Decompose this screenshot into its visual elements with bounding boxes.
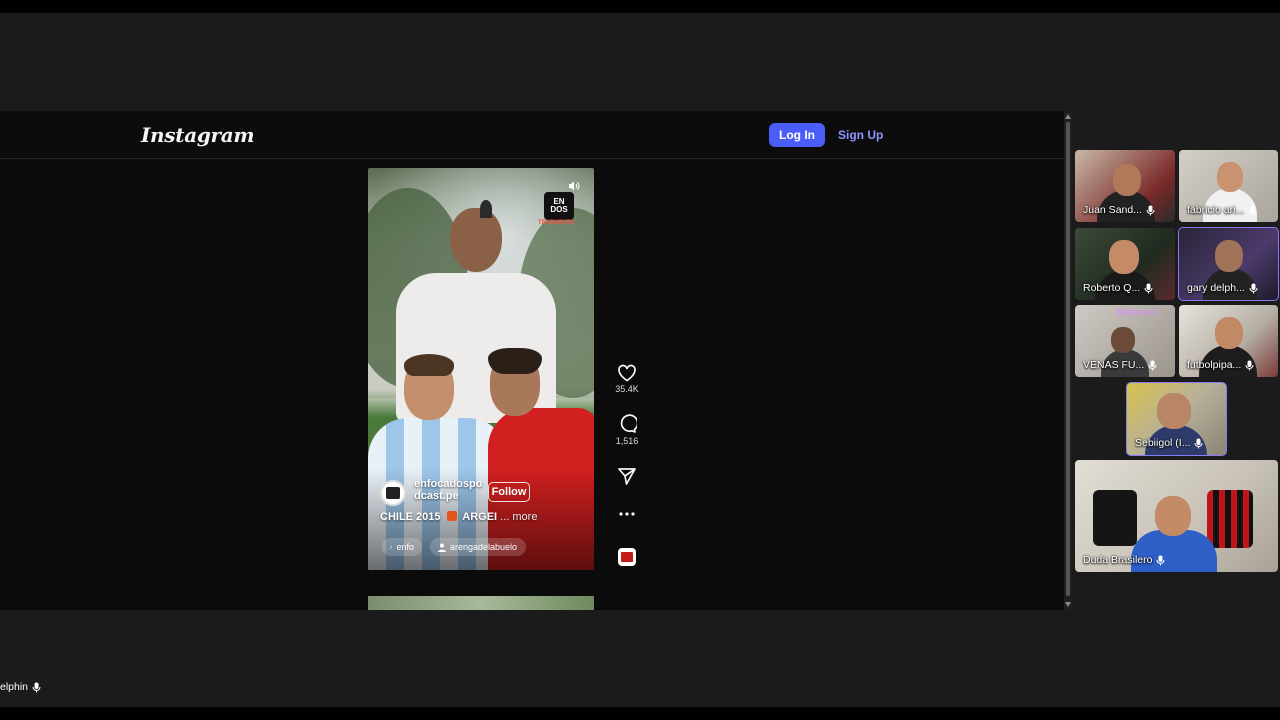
caption-text: CHILE 2015 xyxy=(380,511,441,523)
caption-text-2: ARGEI xyxy=(462,511,498,523)
mic-icon xyxy=(1148,360,1157,370)
participant-face xyxy=(1109,240,1139,274)
reel-person-hair xyxy=(480,200,492,218)
reel-video[interactable]: EN DOS TEAPUESTO enfocadospodcast.pe Fol… xyxy=(368,168,594,570)
participant-name-text: VENAS FU... xyxy=(1083,359,1145,371)
instagram-logo[interactable]: Instagram xyxy=(141,123,255,147)
share-action[interactable] xyxy=(608,466,646,486)
comment-action[interactable]: 1,516 xyxy=(608,414,646,446)
participant-tile[interactable]: futbolpipa... xyxy=(1179,305,1278,377)
follow-button[interactable]: Follow xyxy=(488,482,530,502)
next-reel-preview[interactable] xyxy=(368,596,594,610)
participant-face xyxy=(1155,496,1191,536)
bottom-black-bar xyxy=(0,707,1280,720)
share-icon[interactable] xyxy=(617,466,637,486)
participant-name-text: Sebiigol (I... xyxy=(1135,437,1191,449)
brand-badge: EN DOS xyxy=(544,192,574,220)
participant-name: Sebiigol (I... xyxy=(1135,437,1203,449)
more-dots-icon[interactable] xyxy=(617,509,637,519)
reel-caption[interactable]: CHILE 2015 ARGEI ... more xyxy=(380,511,537,523)
instagram-header: Instagram Log In Sign Up xyxy=(0,111,1064,159)
mic-icon xyxy=(1146,205,1155,215)
mic-icon xyxy=(1249,283,1258,293)
tagged-user-label: arengadelabuelo xyxy=(450,542,518,552)
participant-tile[interactable]: Juan Sand... xyxy=(1075,150,1175,222)
participant-tile-large[interactable]: Duda Brasilero xyxy=(1075,460,1278,572)
mic-icon xyxy=(32,682,41,692)
audio-label: enfo xyxy=(396,542,414,552)
volume-icon[interactable] xyxy=(568,180,580,192)
participant-name: Duda Brasilero xyxy=(1083,554,1165,566)
signup-link[interactable]: Sign Up xyxy=(838,128,883,142)
scrollbar-thumb[interactable] xyxy=(1066,122,1070,596)
shared-screen: Instagram Log In Sign Up EN DOS TEAPUEST… xyxy=(0,111,1064,610)
comment-count: 1,516 xyxy=(615,436,639,446)
mic-icon xyxy=(1194,438,1203,448)
mic-icon xyxy=(1156,555,1165,565)
mic-icon xyxy=(1248,205,1257,215)
author-avatar[interactable] xyxy=(380,480,406,506)
participant-name-text: futbolpipa... xyxy=(1187,359,1242,371)
heart-icon[interactable] xyxy=(617,364,637,382)
audio-thumbnail-icon[interactable] xyxy=(618,548,636,566)
participant-name: gary delph... xyxy=(1187,282,1258,294)
music-note-icon xyxy=(390,545,393,549)
tagged-user-pill[interactable]: arengadelabuelo xyxy=(430,538,526,556)
participant-face xyxy=(1215,240,1243,272)
author-username[interactable]: enfocadospodcast.pe xyxy=(414,478,484,502)
audio-pill[interactable]: enfo xyxy=(382,538,422,556)
participant-name: Juan Sand... xyxy=(1083,204,1155,216)
tile-overlay-text: @takenos xyxy=(1115,307,1156,317)
scroll-up-arrow-icon[interactable] xyxy=(1065,114,1071,119)
hanging-jersey-black xyxy=(1093,490,1137,546)
participant-face xyxy=(1111,327,1135,353)
participant-name: fabricio ari... xyxy=(1187,204,1257,216)
participant-tile[interactable]: @takenos VENAS FU... xyxy=(1075,305,1175,377)
participant-name-text: Duda Brasilero xyxy=(1083,554,1153,566)
scroll-down-arrow-icon[interactable] xyxy=(1065,602,1071,607)
reel-player-left-hair xyxy=(404,354,454,376)
self-view-name-label: elphin xyxy=(0,679,41,695)
participant-name-text: Juan Sand... xyxy=(1083,204,1142,216)
comment-icon[interactable] xyxy=(617,414,637,434)
participant-tile-active-speaker[interactable]: gary delph... xyxy=(1178,227,1279,301)
participant-name: futbolpipa... xyxy=(1187,359,1254,371)
brand-badge-text: EN DOS xyxy=(550,197,568,214)
participant-face xyxy=(1113,164,1141,196)
brand-subtitle: TEAPUESTO xyxy=(538,220,575,226)
self-view-name: elphin xyxy=(0,681,29,693)
like-action[interactable]: 35.4K xyxy=(608,364,646,394)
top-black-bar xyxy=(0,0,1280,13)
like-count: 35.4K xyxy=(615,384,639,394)
mic-icon xyxy=(1245,360,1254,370)
reel-person-head xyxy=(450,208,502,272)
reel-player-right-hair xyxy=(488,348,542,374)
participant-name: Roberto Q... xyxy=(1083,282,1153,294)
participant-tile-speaking[interactable]: Sebiigol (I... xyxy=(1126,382,1227,456)
flag-emoji-icon xyxy=(446,511,457,521)
caption-more-link[interactable]: ... more xyxy=(500,511,537,523)
more-options-action[interactable] xyxy=(608,509,646,519)
participant-tile[interactable]: Roberto Q... xyxy=(1075,228,1175,300)
person-icon xyxy=(438,543,446,552)
participant-name-text: gary delph... xyxy=(1187,282,1245,294)
participant-face xyxy=(1217,162,1243,192)
mic-icon xyxy=(1144,283,1153,293)
participant-name: VENAS FU... xyxy=(1083,359,1157,371)
participant-tile[interactable]: fabricio ari... xyxy=(1179,150,1278,222)
participant-name-text: Roberto Q... xyxy=(1083,282,1141,294)
participant-face xyxy=(1215,317,1243,349)
login-button[interactable]: Log In xyxy=(769,123,825,147)
participant-name-text: fabricio ari... xyxy=(1187,204,1245,216)
participant-face xyxy=(1157,393,1191,429)
hanging-jersey-red xyxy=(1207,490,1253,548)
